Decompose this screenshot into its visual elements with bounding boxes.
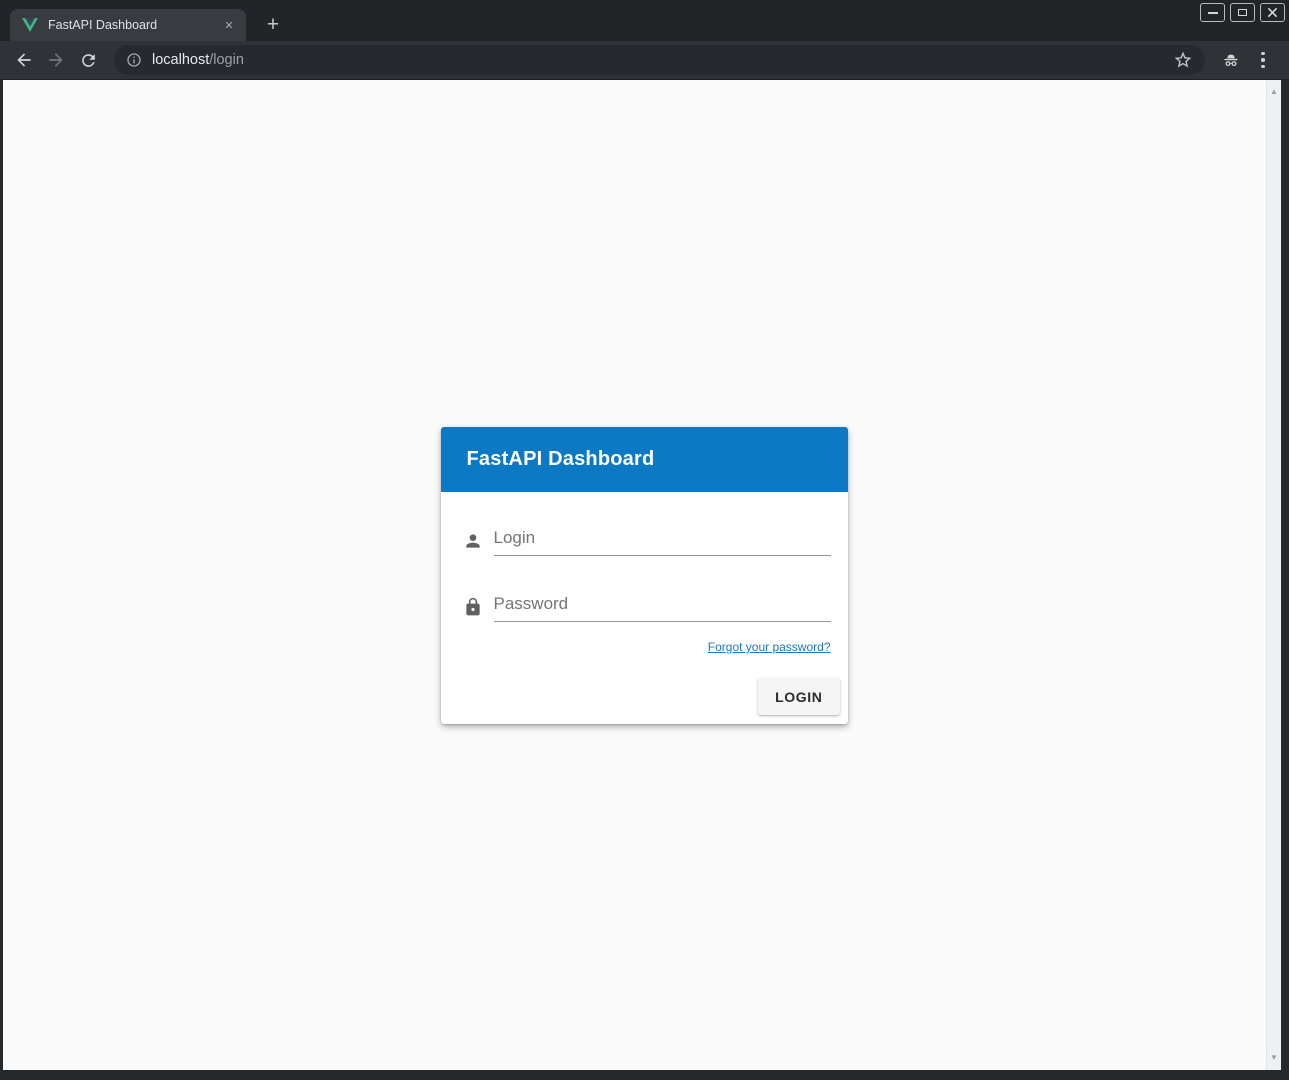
forward-button[interactable] xyxy=(40,44,72,76)
login-card-header: FastAPI Dashboard xyxy=(441,427,848,492)
person-icon xyxy=(463,531,483,551)
vue-logo-favicon-icon xyxy=(22,18,38,33)
address-bar[interactable]: localhost/login xyxy=(114,45,1205,75)
login-input[interactable] xyxy=(494,526,831,555)
lock-icon xyxy=(463,597,483,617)
login-card-title: FastAPI Dashboard xyxy=(467,448,655,471)
incognito-indicator xyxy=(1215,44,1247,76)
login-button[interactable]: LOGIN xyxy=(758,678,839,715)
password-input-underline xyxy=(494,592,831,622)
tab-strip: FastAPI Dashboard ✕ + xyxy=(0,0,1289,41)
maximize-icon xyxy=(1238,9,1247,16)
tab-close-icon[interactable]: ✕ xyxy=(220,16,238,34)
info-icon[interactable] xyxy=(126,52,142,68)
scroll-down-icon[interactable]: ▼ xyxy=(1270,1054,1278,1062)
login-button-row: LOGIN xyxy=(463,678,840,716)
login-field-row xyxy=(463,526,831,556)
forward-arrow-icon xyxy=(46,50,66,70)
password-input[interactable] xyxy=(494,592,831,621)
login-input-underline xyxy=(494,526,831,556)
tab-title: FastAPI Dashboard xyxy=(48,18,220,32)
back-arrow-icon xyxy=(14,50,34,70)
browser-tab[interactable]: FastAPI Dashboard ✕ xyxy=(10,9,246,41)
back-button[interactable] xyxy=(8,44,40,76)
password-field-row xyxy=(463,592,831,622)
minimize-icon xyxy=(1208,12,1218,14)
url-text: localhost/login xyxy=(152,52,244,68)
kebab-menu-icon xyxy=(1261,52,1264,68)
scroll-up-icon[interactable]: ▲ xyxy=(1270,88,1278,96)
maximize-button[interactable] xyxy=(1230,3,1255,22)
page-content: FastAPI Dashboard xyxy=(3,80,1281,1070)
url-host: localhost xyxy=(152,52,209,68)
close-icon xyxy=(1267,7,1278,18)
reload-icon xyxy=(79,51,98,70)
window-controls xyxy=(1200,3,1285,22)
minimize-button[interactable] xyxy=(1200,3,1225,22)
bookmark-star-icon xyxy=(1173,50,1193,70)
new-tab-button[interactable]: + xyxy=(258,11,288,39)
page-scrollbar[interactable]: ▲ ▼ xyxy=(1266,80,1281,1070)
forgot-password-row: Forgot your password? xyxy=(463,638,831,656)
forgot-password-link[interactable]: Forgot your password? xyxy=(708,640,831,654)
browser-window: FastAPI Dashboard ✕ + xyxy=(0,0,1289,1080)
login-card: FastAPI Dashboard xyxy=(441,427,848,724)
close-button[interactable] xyxy=(1260,3,1285,22)
bookmark-button[interactable] xyxy=(1169,46,1197,74)
reload-button[interactable] xyxy=(72,44,104,76)
login-card-body: Forgot your password? LOGIN xyxy=(441,492,848,724)
browser-toolbar: localhost/login xyxy=(0,41,1289,80)
browser-menu-button[interactable] xyxy=(1247,44,1279,76)
incognito-icon xyxy=(1220,50,1242,70)
url-path: /login xyxy=(209,52,244,68)
